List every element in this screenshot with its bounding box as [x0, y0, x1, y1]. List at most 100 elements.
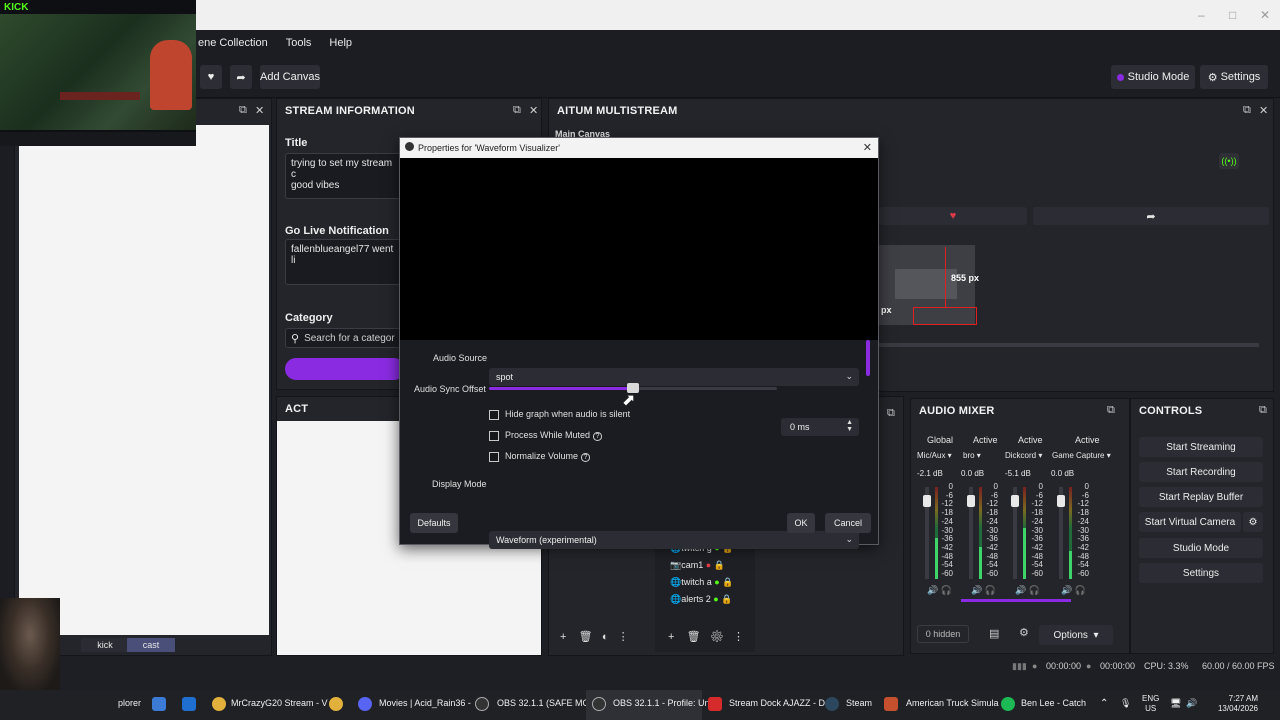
checkbox-box[interactable] [489, 430, 499, 441]
heart-icon[interactable]: ♥ [200, 65, 222, 89]
spotify-icon[interactable] [1001, 697, 1015, 711]
go-live-input[interactable]: fallenblueangel77 went li [285, 239, 405, 285]
virtual-camera-settings-icon[interactable]: ⚙ [1243, 512, 1263, 532]
fader-handle[interactable] [967, 495, 975, 507]
audio-source-select[interactable]: spot ⌄ [489, 368, 859, 386]
ats-icon[interactable] [884, 697, 898, 711]
microphone-icon[interactable]: 🎙 [1120, 698, 1131, 709]
gear-icon[interactable]: ⚙ [710, 631, 724, 643]
mixer-scrollbar[interactable] [961, 599, 1071, 602]
start-streaming-button[interactable]: Start Streaming [1139, 437, 1263, 457]
discord-icon[interactable] [358, 697, 372, 711]
close-dock-icon[interactable]: ✕ [1259, 104, 1268, 117]
undock-icon[interactable]: ⧉ [1259, 404, 1267, 417]
sync-offset-spinbox[interactable]: 0 ms ▲ ▼ [781, 418, 859, 436]
add-canvas-button[interactable]: Add Canvas [260, 65, 320, 89]
category-search-input[interactable]: ⚲ Search for a categor [285, 328, 405, 348]
source-row[interactable]: 🌐alerts 2 ● 🔒 [670, 594, 732, 605]
steam-icon[interactable] [825, 697, 839, 711]
share-icon[interactable]: ➦ [230, 65, 252, 89]
volume-icon[interactable]: 🔊 [1186, 698, 1197, 709]
taskbar-item[interactable]: Stream Dock AJAZZ - D [729, 698, 825, 708]
obs-icon[interactable] [592, 697, 606, 711]
hidden-count[interactable]: 0 hidden [917, 625, 969, 643]
mute-monitor-icon[interactable]: 🔊 🎧 [1015, 585, 1040, 596]
menu-scene-collection[interactable]: ene Collection [198, 37, 268, 49]
source-row[interactable]: 📷cam1 ● 🔒 [670, 560, 725, 571]
undock-icon[interactable]: ⧉ [513, 104, 521, 117]
close-dock-icon[interactable]: ✕ [255, 104, 264, 117]
channel-name[interactable]: Game Capture ▾ [1052, 451, 1111, 460]
fader-handle[interactable] [1057, 495, 1065, 507]
normalize-checkbox[interactable]: Normalize Volume ? [489, 451, 591, 462]
cancel-button[interactable]: Cancel [825, 513, 871, 533]
process-muted-checkbox[interactable]: Process While Muted ? [489, 430, 603, 441]
copilot-icon[interactable] [152, 697, 166, 711]
studio-mode-button[interactable]: Studio Mode [1139, 538, 1263, 558]
network-icon[interactable]: 🖥 [1170, 698, 1181, 709]
mute-monitor-icon[interactable]: 🔊 🎧 [1061, 585, 1086, 596]
taskbar-item[interactable]: Steam [846, 698, 872, 708]
source-row[interactable]: 🌐twitch a ● 🔒 [670, 577, 733, 588]
heart-icon[interactable]: ♥ [879, 207, 1027, 225]
spinner-arrows-icon[interactable]: ▲ ▼ [846, 419, 853, 433]
start-replay-buffer-button[interactable]: Start Replay Buffer [1139, 487, 1263, 507]
ok-button[interactable]: OK [787, 513, 815, 533]
more-icon[interactable]: ⋮ [618, 631, 629, 643]
taskbar-item[interactable]: OBS 32.1.1 - Profile: Unt [613, 698, 712, 708]
gear-icon[interactable]: ⚙ [1019, 626, 1029, 639]
obs-icon[interactable] [475, 697, 489, 711]
broadcast-icon[interactable]: ((•)) [1219, 153, 1239, 169]
stream-dock-icon[interactable] [708, 697, 722, 711]
language-indicator[interactable]: ENG US [1142, 694, 1159, 714]
taskbar-item[interactable]: Movies | Acid_Rain36 - [379, 698, 471, 708]
title-input[interactable]: trying to set my stream c good vibes [285, 153, 405, 199]
trash-icon[interactable]: 🗑 [579, 631, 593, 643]
update-button[interactable] [285, 358, 405, 380]
checkbox-box[interactable] [489, 409, 499, 420]
filter-icon[interactable]: ◐ [602, 631, 609, 643]
undock-icon[interactable]: ⧉ [239, 104, 247, 117]
more-icon[interactable]: ⋮ [733, 631, 744, 643]
display-mode-select[interactable]: Waveform (experimental) ⌄ [489, 531, 859, 549]
chevron-up-icon[interactable]: ⌃ [1100, 698, 1108, 709]
defaults-button[interactable]: Defaults [410, 513, 458, 533]
tab-kick[interactable]: kick [81, 638, 129, 652]
channel-name[interactable]: Dickcord ▾ [1005, 451, 1042, 460]
share-icon[interactable]: ➦ [1033, 207, 1269, 225]
add-icon[interactable]: + [560, 631, 566, 643]
horizontal-scrollbar[interactable] [879, 343, 1259, 347]
fader-handle[interactable] [1011, 495, 1019, 507]
checkbox-box[interactable] [489, 451, 499, 462]
settings-button[interactable]: Settings [1139, 563, 1263, 583]
channel-name[interactable]: bro ▾ [963, 451, 981, 460]
channel-name[interactable]: Mic/Aux ▾ [917, 451, 952, 460]
start-recording-button[interactable]: Start Recording [1139, 462, 1263, 482]
list-icon[interactable]: ▤ [989, 627, 999, 640]
clock[interactable]: 7:27 AM 13/04/2026 [1210, 694, 1258, 714]
undock-icon[interactable]: ⧉ [1243, 104, 1251, 117]
chrome-icon[interactable] [329, 697, 343, 711]
close-icon[interactable]: ✕ [863, 141, 872, 154]
chrome-icon[interactable] [212, 697, 226, 711]
undock-icon[interactable]: ⧉ [1107, 404, 1115, 417]
dialog-scrollbar[interactable] [866, 340, 870, 376]
help-icon[interactable]: ? [592, 432, 603, 441]
taskbar-item[interactable]: Ben Lee - Catch [1021, 698, 1086, 708]
tab-cast[interactable]: cast [127, 638, 175, 652]
start-virtual-camera-button[interactable]: Start Virtual Camera [1139, 512, 1241, 532]
menu-help[interactable]: Help [329, 37, 352, 49]
taskbar-item[interactable]: American Truck Simula [906, 698, 999, 708]
taskbar-item[interactable]: plorer [118, 698, 141, 708]
options-button[interactable]: Options ▾ [1039, 625, 1113, 645]
mute-monitor-icon[interactable]: 🔊 🎧 [971, 585, 996, 596]
maximize-icon[interactable]: □ [1229, 8, 1236, 22]
studio-mode-toolbar-button[interactable]: Studio Mode [1111, 65, 1195, 89]
taskbar-item[interactable]: MrCrazyG20 Stream - V [231, 698, 328, 708]
add-icon[interactable]: + [668, 631, 674, 643]
undock-icon[interactable]: ⧉ [887, 407, 895, 420]
mute-monitor-icon[interactable]: 🔊 🎧 [927, 585, 952, 596]
trash-icon[interactable]: 🗑 [687, 631, 701, 643]
outlook-icon[interactable] [182, 697, 196, 711]
fader-handle[interactable] [923, 495, 931, 507]
